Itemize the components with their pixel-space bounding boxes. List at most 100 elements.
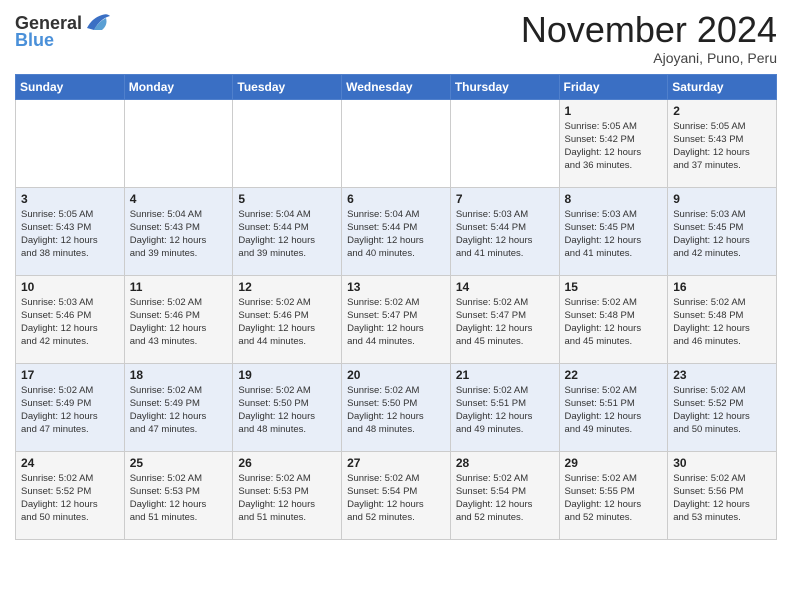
day-number: 10 (21, 280, 119, 294)
calendar-cell: 10 Sunrise: 5:03 AM Sunset: 5:46 PM Dayli… (16, 275, 125, 363)
day-info: Sunrise: 5:02 AM Sunset: 5:52 PM Dayligh… (673, 384, 771, 437)
day-info: Sunrise: 5:02 AM Sunset: 5:47 PM Dayligh… (456, 296, 554, 349)
day-number: 5 (238, 192, 336, 206)
day-number: 24 (21, 456, 119, 470)
calendar-page: General Blue November 2024 Ajoyani, Puno… (0, 0, 792, 612)
day-info: Sunrise: 5:02 AM Sunset: 5:49 PM Dayligh… (130, 384, 228, 437)
day-info: Sunrise: 5:05 AM Sunset: 5:42 PM Dayligh… (565, 120, 663, 173)
day-number: 13 (347, 280, 445, 294)
calendar-cell: 5 Sunrise: 5:04 AM Sunset: 5:44 PM Daylig… (233, 187, 342, 275)
calendar-cell: 3 Sunrise: 5:05 AM Sunset: 5:43 PM Daylig… (16, 187, 125, 275)
day-info: Sunrise: 5:02 AM Sunset: 5:51 PM Dayligh… (565, 384, 663, 437)
header-sunday: Sunday (16, 74, 125, 99)
day-number: 11 (130, 280, 228, 294)
logo-bird-icon (82, 10, 112, 35)
day-number: 14 (456, 280, 554, 294)
calendar-cell: 6Sunrise: 5:04 AM Sunset: 5:44 PM Daylig… (342, 187, 451, 275)
day-info: Sunrise: 5:03 AM Sunset: 5:44 PM Dayligh… (456, 208, 554, 261)
day-number: 23 (673, 368, 771, 382)
calendar-cell: 15 Sunrise: 5:02 AM Sunset: 5:48 PM Dayli… (559, 275, 668, 363)
calendar-cell: 12 Sunrise: 5:02 AM Sunset: 5:46 PM Dayli… (233, 275, 342, 363)
day-number: 25 (130, 456, 228, 470)
day-number: 30 (673, 456, 771, 470)
header-friday: Friday (559, 74, 668, 99)
day-number: 15 (565, 280, 663, 294)
calendar-cell: 4Sunrise: 5:04 AM Sunset: 5:43 PM Daylig… (124, 187, 233, 275)
calendar-cell: 16 Sunrise: 5:02 AM Sunset: 5:48 PM Dayli… (668, 275, 777, 363)
calendar-cell: 22 Sunrise: 5:02 AM Sunset: 5:51 PM Dayli… (559, 363, 668, 451)
calendar-title: November 2024 (521, 10, 777, 50)
day-info: Sunrise: 5:02 AM Sunset: 5:46 PM Dayligh… (238, 296, 336, 349)
calendar-cell: 27 Sunrise: 5:02 AM Sunset: 5:54 PM Dayli… (342, 451, 451, 539)
calendar-week-2: 10 Sunrise: 5:03 AM Sunset: 5:46 PM Dayli… (16, 275, 777, 363)
calendar-table: Sunday Monday Tuesday Wednesday Thursday… (15, 74, 777, 540)
header-tuesday: Tuesday (233, 74, 342, 99)
weekday-header-row: Sunday Monday Tuesday Wednesday Thursday… (16, 74, 777, 99)
calendar-cell: 7 Sunrise: 5:03 AM Sunset: 5:44 PM Daylig… (450, 187, 559, 275)
day-info: Sunrise: 5:03 AM Sunset: 5:46 PM Dayligh… (21, 296, 119, 349)
calendar-cell: 23 Sunrise: 5:02 AM Sunset: 5:52 PM Dayli… (668, 363, 777, 451)
day-info: Sunrise: 5:02 AM Sunset: 5:55 PM Dayligh… (565, 472, 663, 525)
calendar-week-4: 24Sunrise: 5:02 AM Sunset: 5:52 PM Dayli… (16, 451, 777, 539)
logo-general-text: General (15, 14, 82, 32)
calendar-cell: 24Sunrise: 5:02 AM Sunset: 5:52 PM Dayli… (16, 451, 125, 539)
calendar-cell: 13 Sunrise: 5:02 AM Sunset: 5:47 PM Dayli… (342, 275, 451, 363)
day-number: 22 (565, 368, 663, 382)
day-number: 27 (347, 456, 445, 470)
calendar-cell: 9 Sunrise: 5:03 AM Sunset: 5:45 PM Daylig… (668, 187, 777, 275)
day-info: Sunrise: 5:04 AM Sunset: 5:44 PM Dayligh… (238, 208, 336, 261)
calendar-cell (342, 99, 451, 187)
header-wednesday: Wednesday (342, 74, 451, 99)
calendar-cell: 1 Sunrise: 5:05 AM Sunset: 5:42 PM Daylig… (559, 99, 668, 187)
calendar-location: Ajoyani, Puno, Peru (521, 50, 777, 66)
day-info: Sunrise: 5:02 AM Sunset: 5:47 PM Dayligh… (347, 296, 445, 349)
day-info: Sunrise: 5:04 AM Sunset: 5:43 PM Dayligh… (130, 208, 228, 261)
calendar-cell: 18Sunrise: 5:02 AM Sunset: 5:49 PM Dayli… (124, 363, 233, 451)
calendar-body: 1 Sunrise: 5:05 AM Sunset: 5:42 PM Daylig… (16, 99, 777, 539)
day-number: 3 (21, 192, 119, 206)
day-info: Sunrise: 5:02 AM Sunset: 5:46 PM Dayligh… (130, 296, 228, 349)
day-info: Sunrise: 5:02 AM Sunset: 5:51 PM Dayligh… (456, 384, 554, 437)
day-number: 21 (456, 368, 554, 382)
day-info: Sunrise: 5:02 AM Sunset: 5:50 PM Dayligh… (238, 384, 336, 437)
day-info: Sunrise: 5:03 AM Sunset: 5:45 PM Dayligh… (673, 208, 771, 261)
day-number: 1 (565, 104, 663, 118)
day-info: Sunrise: 5:02 AM Sunset: 5:50 PM Dayligh… (347, 384, 445, 437)
day-number: 12 (238, 280, 336, 294)
calendar-cell: 26Sunrise: 5:02 AM Sunset: 5:53 PM Dayli… (233, 451, 342, 539)
day-number: 8 (565, 192, 663, 206)
day-info: Sunrise: 5:05 AM Sunset: 5:43 PM Dayligh… (21, 208, 119, 261)
day-info: Sunrise: 5:02 AM Sunset: 5:54 PM Dayligh… (347, 472, 445, 525)
day-number: 7 (456, 192, 554, 206)
calendar-cell: 17Sunrise: 5:02 AM Sunset: 5:49 PM Dayli… (16, 363, 125, 451)
day-info: Sunrise: 5:02 AM Sunset: 5:48 PM Dayligh… (565, 296, 663, 349)
calendar-week-0: 1 Sunrise: 5:05 AM Sunset: 5:42 PM Daylig… (16, 99, 777, 187)
day-info: Sunrise: 5:02 AM Sunset: 5:53 PM Dayligh… (130, 472, 228, 525)
logo: General Blue (15, 10, 112, 49)
day-info: Sunrise: 5:03 AM Sunset: 5:45 PM Dayligh… (565, 208, 663, 261)
title-block: November 2024 Ajoyani, Puno, Peru (521, 10, 777, 66)
calendar-cell (16, 99, 125, 187)
calendar-cell: 11 Sunrise: 5:02 AM Sunset: 5:46 PM Dayli… (124, 275, 233, 363)
day-number: 20 (347, 368, 445, 382)
logo-blue-text: Blue (15, 31, 54, 49)
calendar-cell: 30 Sunrise: 5:02 AM Sunset: 5:56 PM Dayli… (668, 451, 777, 539)
header-saturday: Saturday (668, 74, 777, 99)
day-info: Sunrise: 5:02 AM Sunset: 5:56 PM Dayligh… (673, 472, 771, 525)
day-info: Sunrise: 5:02 AM Sunset: 5:48 PM Dayligh… (673, 296, 771, 349)
day-info: Sunrise: 5:02 AM Sunset: 5:53 PM Dayligh… (238, 472, 336, 525)
day-number: 2 (673, 104, 771, 118)
day-info: Sunrise: 5:02 AM Sunset: 5:54 PM Dayligh… (456, 472, 554, 525)
calendar-week-3: 17Sunrise: 5:02 AM Sunset: 5:49 PM Dayli… (16, 363, 777, 451)
calendar-cell (233, 99, 342, 187)
calendar-cell: 19Sunrise: 5:02 AM Sunset: 5:50 PM Dayli… (233, 363, 342, 451)
calendar-week-1: 3 Sunrise: 5:05 AM Sunset: 5:43 PM Daylig… (16, 187, 777, 275)
calendar-cell: 14 Sunrise: 5:02 AM Sunset: 5:47 PM Dayli… (450, 275, 559, 363)
day-number: 9 (673, 192, 771, 206)
calendar-cell (450, 99, 559, 187)
calendar-cell (124, 99, 233, 187)
calendar-cell: 28Sunrise: 5:02 AM Sunset: 5:54 PM Dayli… (450, 451, 559, 539)
day-info: Sunrise: 5:05 AM Sunset: 5:43 PM Dayligh… (673, 120, 771, 173)
day-number: 16 (673, 280, 771, 294)
day-info: Sunrise: 5:04 AM Sunset: 5:44 PM Dayligh… (347, 208, 445, 261)
